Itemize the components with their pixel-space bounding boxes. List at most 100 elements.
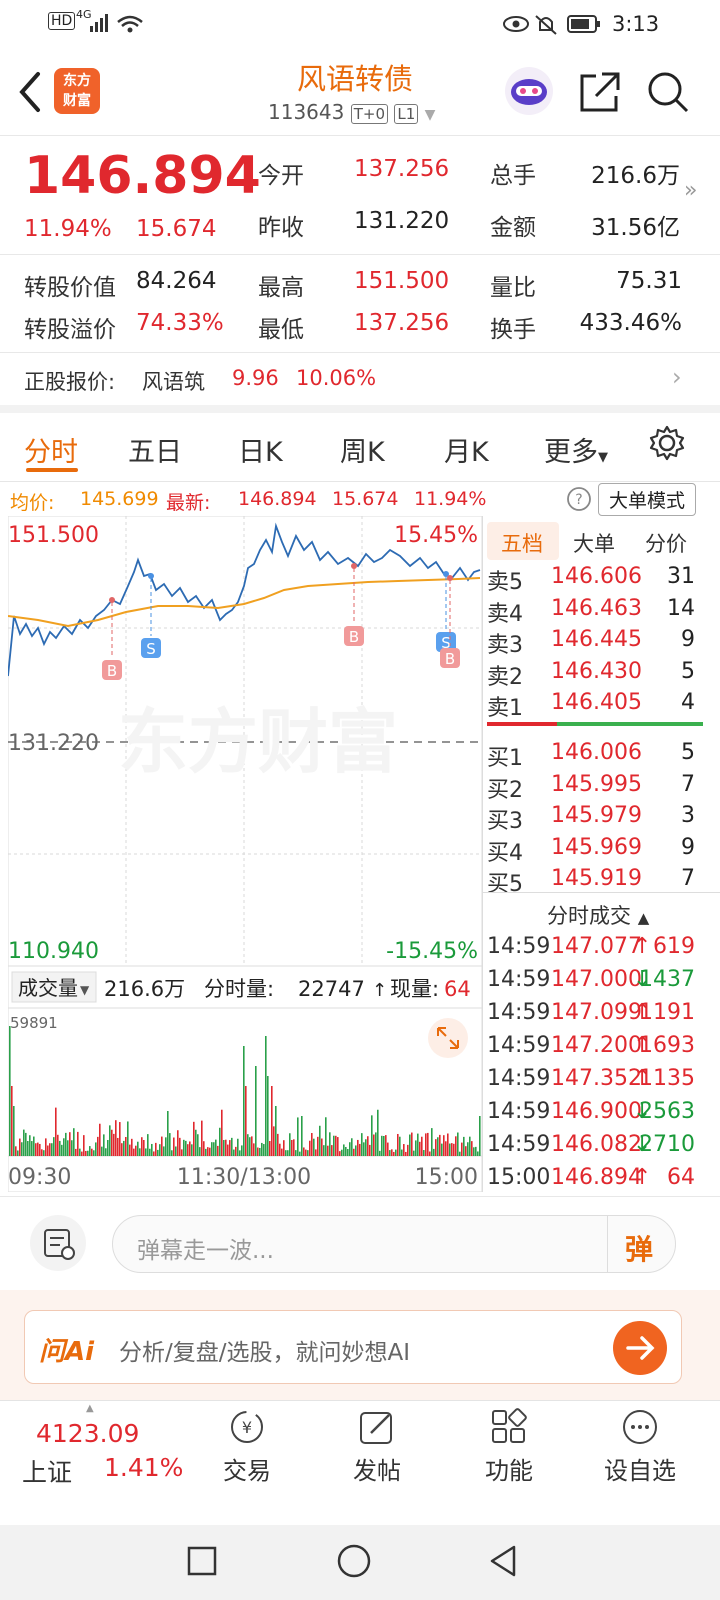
ai-go-button[interactable] [613, 1321, 667, 1375]
volume-bar [61, 1144, 63, 1156]
danmaku-settings-icon[interactable] [30, 1215, 86, 1271]
level-label: 卖5 [487, 570, 523, 595]
volume-bar [255, 1066, 257, 1156]
bid-row[interactable]: 买2 145.995 7 [483, 772, 713, 804]
tab-five-day[interactable]: 五日 [128, 430, 182, 469]
level-qty: 9 [681, 834, 695, 860]
robot-assistant-icon[interactable] [504, 66, 554, 116]
level-qty: 9 [681, 627, 695, 652]
ask-row[interactable]: 卖4 146.463 14 [483, 596, 713, 628]
bid-row[interactable]: 买5 145.919 7 [483, 866, 713, 898]
volume-bar [325, 1117, 327, 1156]
level-qty: 3 [681, 803, 695, 828]
big-order-mode-button[interactable]: 大单模式 [598, 483, 697, 516]
bid-row[interactable]: 买1 146.006 5 [483, 740, 713, 772]
more-dots-icon [623, 1410, 657, 1444]
recent-apps-icon[interactable] [186, 1545, 218, 1577]
nav-add-watchlist[interactable]: 设自选 [598, 1407, 682, 1491]
volume-bar [281, 1148, 283, 1156]
trades-title[interactable]: 分时成交 ▲ [547, 900, 649, 930]
trade-row[interactable]: 15:00 146.894 ↑ 64 [483, 1165, 713, 1197]
volume-bar [81, 1151, 83, 1156]
underlying-stock-row[interactable]: 正股报价: 风语筑 9.96 10.06% › [0, 353, 720, 405]
volume-bar [411, 1132, 413, 1156]
trade-row[interactable]: 14:59 147.200 ↑ 1693 [483, 1033, 713, 1065]
trade-row[interactable]: 14:59 147.352 ↑ 1135 [483, 1066, 713, 1098]
prev-close-label: 昨收 [258, 215, 304, 241]
level-qty: 14 [667, 595, 695, 621]
intraday-chart[interactable]: 东方财富 151.500 15.45% 131.220 110.940 -15.… [8, 516, 482, 1192]
ask-row[interactable]: 卖2 146.430 5 [483, 659, 713, 691]
order-book-panel: 五档 大单 分价 卖5 146.606 31 卖4 146.463 14 卖3 146.445… [482, 516, 720, 1192]
index-name: 上证 [22, 1458, 73, 1487]
danmaku-send-button[interactable]: 弹 [625, 1228, 653, 1268]
tab-daily-k[interactable]: 日K [238, 430, 283, 469]
ask-row[interactable]: 卖5 146.606 31 [483, 564, 713, 596]
volume-bar [449, 1143, 451, 1156]
volume-bar [147, 1134, 149, 1156]
home-icon[interactable] [336, 1543, 372, 1579]
volume-bar [415, 1140, 417, 1156]
volume-bar [261, 1142, 263, 1156]
volume-bar [249, 1137, 251, 1156]
tab-big-orders[interactable]: 大单 [573, 528, 615, 558]
volume-bar [293, 1139, 295, 1156]
volume-bar [193, 1121, 195, 1156]
volume-bar [461, 1142, 463, 1156]
trade-row[interactable]: 14:59 146.082 ↓ 2710 [483, 1132, 713, 1164]
help-icon[interactable]: ? [566, 486, 592, 512]
nav-trade[interactable]: ¥ 交易 [212, 1407, 282, 1491]
back-nav-icon[interactable] [486, 1543, 520, 1579]
volume-bar [119, 1122, 121, 1156]
change-percent: 11.94% [24, 216, 112, 242]
search-icon[interactable] [646, 70, 690, 114]
volume-bar [139, 1148, 141, 1156]
volume-bar [375, 1132, 377, 1156]
ask-row[interactable]: 卖1 146.405 4 [483, 690, 713, 722]
bid-row[interactable]: 买4 145.969 9 [483, 835, 713, 867]
tab-five-levels[interactable]: 五档 [501, 528, 543, 558]
volume-bar [289, 1133, 291, 1156]
volume-bar [73, 1128, 75, 1156]
volume-bar [441, 1143, 443, 1156]
volume-bar [215, 1139, 217, 1156]
ask-row[interactable]: 卖3 146.445 9 [483, 627, 713, 659]
tab-more[interactable]: 更多▼ [544, 430, 608, 469]
tab-weekly-k[interactable]: 周K [340, 430, 385, 469]
volume-bar [37, 1142, 39, 1156]
index-pct: 1.41% [104, 1453, 184, 1482]
hd-badge: HD [48, 12, 76, 30]
volume-bar [205, 1148, 207, 1156]
volume-bar [145, 1148, 147, 1156]
nav-post[interactable]: 发帖 [342, 1407, 412, 1491]
trade-time: 14:59 [487, 1066, 551, 1091]
volume-bar [71, 1140, 73, 1156]
bid-row[interactable]: 买3 145.979 3 [483, 803, 713, 835]
volume-bar [463, 1136, 465, 1156]
trade-row[interactable]: 14:59 146.900 ↓ 2563 [483, 1099, 713, 1131]
volume-bar [381, 1135, 383, 1156]
level-label: 买2 [487, 777, 523, 803]
ai-ask-bar[interactable]: 问Ai 分析/复盘/选股，就问妙想AI [24, 1310, 682, 1384]
security-code-selector[interactable]: 113643 T+0 L1 ▼ [268, 100, 435, 124]
volume-bar [91, 1148, 93, 1156]
tab-intraday[interactable]: 分时 [24, 430, 78, 469]
trade-row[interactable]: 14:59 147.099 ↑ 1191 [483, 1000, 713, 1032]
level-price: 146.006 [551, 740, 642, 765]
volume-bar [417, 1133, 419, 1156]
expand-chevron-icon[interactable]: » [684, 178, 697, 203]
app-logo[interactable]: 东方 财富 [54, 68, 100, 114]
index-ticker[interactable]: ▲ 4123.09 上证 1.41% [0, 1401, 184, 1491]
back-icon[interactable] [16, 70, 44, 114]
trade-row[interactable]: 14:59 147.000 ↓ 1437 [483, 967, 713, 999]
danmaku-input[interactable]: 弹幕走一波... 弹 [112, 1215, 676, 1273]
volume-bar [219, 1127, 221, 1156]
settings-gear-icon[interactable] [648, 424, 686, 462]
tab-price-distribution[interactable]: 分价 [645, 528, 687, 558]
volume-bar [177, 1130, 179, 1156]
tab-monthly-k[interactable]: 月K [444, 430, 489, 469]
share-icon[interactable] [578, 70, 622, 114]
high-label: 最高 [258, 275, 304, 301]
nav-functions[interactable]: 功能 [474, 1407, 544, 1491]
trade-row[interactable]: 14:59 147.077 ↑ 619 [483, 934, 713, 966]
